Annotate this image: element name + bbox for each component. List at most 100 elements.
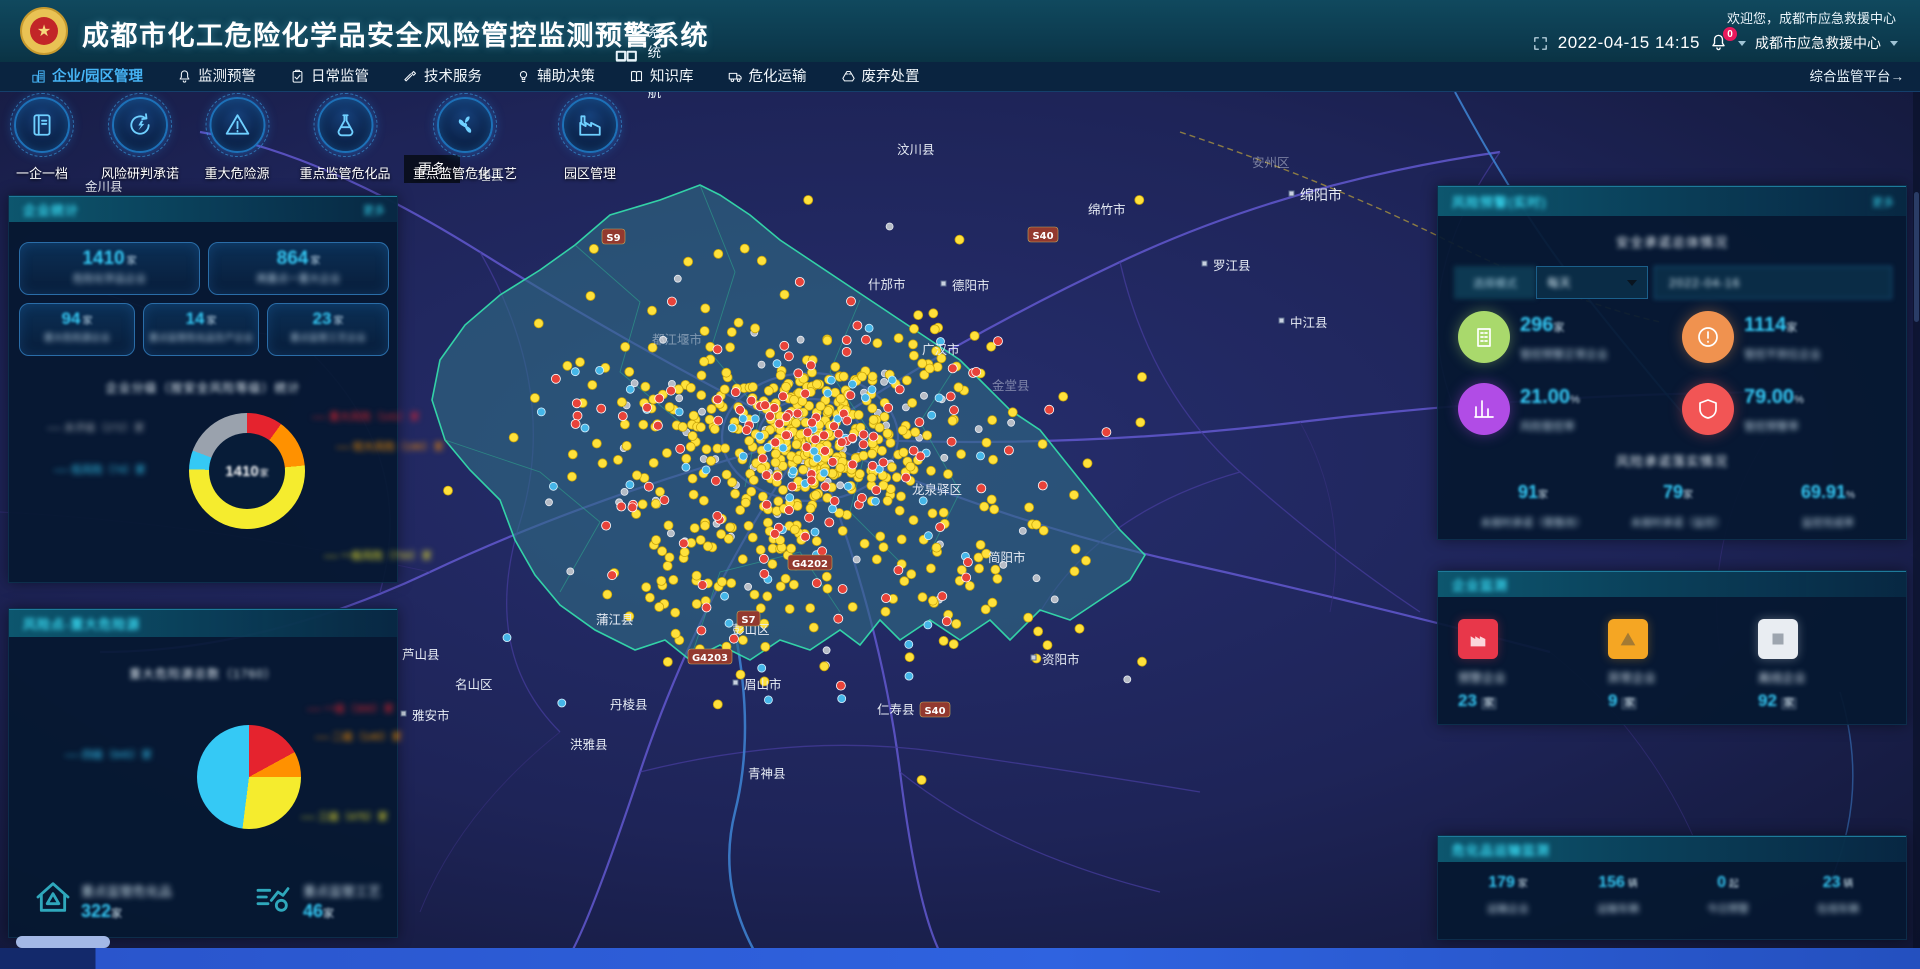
- house-icon-wrap: [33, 877, 73, 917]
- flask-icon: [332, 112, 358, 138]
- process-icon: [253, 877, 293, 917]
- panel-more-link[interactable]: 更多: [363, 202, 385, 218]
- map-label: 德阳市: [952, 278, 990, 293]
- stat-card-label: 两重点一重大企业: [209, 271, 388, 286]
- donut-legend-item: 较大风险（190）家: [336, 439, 444, 454]
- user-menu[interactable]: 成都市应急救援中心: [1755, 33, 1881, 53]
- shield-stat-circle: [1682, 383, 1734, 435]
- map-label: 中江县: [1290, 315, 1328, 330]
- monitor-item-label: 预警企业: [1458, 669, 1506, 686]
- pie-legend-item: 二级（140）家: [315, 729, 402, 744]
- map-label: 都江堰市: [652, 332, 702, 347]
- bell-caret-icon[interactable]: [1738, 41, 1746, 46]
- clipboard-icon: [290, 69, 305, 84]
- panel-more-link[interactable]: 更多: [1872, 194, 1894, 210]
- nav-item-1[interactable]: 监测预警: [160, 62, 273, 92]
- main-nav: 企业/园区管理监测预警日常监管 技术服务辅助决策知识库危化运输废弃处置 综合监管平…: [0, 62, 1920, 92]
- map-label: 名山区: [455, 677, 493, 692]
- monitor-square-1[interactable]: [1608, 619, 1648, 659]
- map-label: 资阳市: [1042, 652, 1080, 667]
- filter-mode-value: 每天: [1547, 274, 1571, 291]
- panel-title: 企业统计: [9, 200, 79, 219]
- donut-legend-item: 重大风险（141）家: [312, 409, 420, 424]
- monitor-square-0[interactable]: [1458, 619, 1498, 659]
- warning-stat-label: 管控不到位企业: [1744, 346, 1821, 362]
- nav-item-7[interactable]: 废弃处置: [824, 62, 937, 92]
- panel-risk-points: 风险点-重大危险源 重大危险源总数（1760） 一级（300）家二级（140）家…: [8, 608, 398, 938]
- map-label: 绵阳市: [1300, 187, 1342, 204]
- nav-item-label: 技术服务: [424, 62, 482, 92]
- platform-link[interactable]: 综合监管平台→: [1810, 62, 1905, 92]
- stat-card[interactable]: 23家 重点监管工艺企业: [267, 303, 389, 356]
- map-label: 安州区: [1252, 155, 1290, 170]
- monitor-item-value: 9家: [1608, 691, 1637, 711]
- warning-stat-value: 296家: [1520, 314, 1564, 337]
- fullscreen-icon[interactable]: [1532, 35, 1549, 52]
- panel-transport-monitor: 危化品运输监测 179 家 运输企业156 辆 运输车辆0 起 今日预警23 辆…: [1437, 835, 1907, 940]
- stat-card[interactable]: 1410家 危险化学品企业: [19, 242, 200, 295]
- filter-mode-dropdown[interactable]: 每天: [1536, 266, 1648, 299]
- nav-item-0[interactable]: 企业/园区管理: [14, 62, 160, 92]
- donut-chart-title: 企业分级（按安全风险等级）统计: [9, 379, 397, 396]
- nav-item-2[interactable]: 日常监管: [273, 62, 386, 92]
- shield-icon: [1696, 397, 1720, 421]
- road-badge: S40: [924, 706, 945, 717]
- filter-date-input[interactable]: 2022-04-16: [1654, 266, 1892, 299]
- bldg2-icon: [1472, 325, 1496, 349]
- truck-icon: [728, 69, 743, 84]
- bulb-icon: [516, 69, 531, 84]
- stat-card-value: 864家: [209, 248, 388, 270]
- bell-icon: [177, 69, 192, 84]
- nav-item-3[interactable]: 技术服务: [386, 62, 499, 92]
- fan-circle: [437, 97, 493, 153]
- map-label: 眉山市: [744, 677, 782, 692]
- quick-icon-1[interactable]: 风险研判承诺: [101, 97, 179, 182]
- filter-mode-label: 选择模式: [1454, 266, 1536, 299]
- control-stat-value: 79家: [1603, 482, 1753, 503]
- footer-item-value: 46家: [303, 901, 334, 922]
- nav-item-6[interactable]: 危化运输: [711, 62, 824, 92]
- alert-icon: [1696, 325, 1720, 349]
- stat-card-value: 14家: [144, 309, 258, 329]
- footer-item-label: 重点监管危化品: [81, 881, 172, 900]
- bottom-bar: [0, 948, 1920, 969]
- vertical-scroll-thumb[interactable]: [1914, 192, 1919, 322]
- chart-icon: [1472, 397, 1496, 421]
- quick-icon-0[interactable]: 一企一档: [14, 97, 70, 182]
- quick-icon-label: 重点监管危化品: [299, 163, 390, 182]
- transport-stat-value: 179 家: [1456, 874, 1560, 892]
- enterprise-risk-donut-chart: 1410家: [189, 413, 305, 529]
- nav-items: 企业/园区管理监测预警日常监管 技术服务辅助决策知识库危化运输废弃处置: [0, 62, 937, 92]
- transport-stat-col: 0 起 今日预警: [1676, 874, 1780, 916]
- panel-title: 风险预警(实时): [1438, 192, 1547, 211]
- alert-stat-circle: [1682, 311, 1734, 363]
- transport-stat-col: 156 辆 运输车辆: [1566, 874, 1670, 916]
- notification-bell[interactable]: 0: [1709, 33, 1729, 53]
- panel-title: 企业监测: [1438, 575, 1508, 594]
- road-badge: G4202: [792, 559, 828, 570]
- quick-icon-4[interactable]: 重点监管危化工艺: [413, 97, 517, 182]
- app-root: 金川县理县汶川县安州区绵阳市绵竹市罗江县什邡市德阳市中江县广汉市都江堰市金堂县龙…: [0, 0, 1920, 969]
- sqbox-icon: [1767, 628, 1789, 650]
- refresh-circle: [112, 97, 168, 153]
- stat-card[interactable]: 14家 重点监管危化品生产企业: [143, 303, 259, 356]
- quick-icon-5[interactable]: 园区管理: [562, 97, 618, 182]
- stat-card[interactable]: 864家 两重点一重大企业: [208, 242, 389, 295]
- warning-stat-label: 风险管控率: [1520, 418, 1575, 434]
- monitor-square-2[interactable]: [1758, 619, 1798, 659]
- nav-item-4[interactable]: 辅助决策: [499, 62, 612, 92]
- quick-icon-2[interactable]: 重大危险源: [204, 97, 269, 182]
- quick-icon-3[interactable]: 重点监管危化品: [299, 97, 390, 182]
- transport-stat-label: 运输企业: [1456, 901, 1560, 916]
- nav-item-5[interactable]: 知识库: [612, 62, 711, 92]
- user-caret-icon[interactable]: [1890, 41, 1898, 46]
- wrench-icon: [403, 69, 418, 84]
- map-label: 蒲江县: [596, 612, 634, 627]
- donut-center-value: 1410: [225, 463, 258, 480]
- bottom-scroll-thumb[interactable]: [16, 936, 110, 948]
- pie-legend-item: 四级（845）家: [65, 747, 152, 762]
- warning-stat-value: 1114家: [1744, 314, 1797, 337]
- chart-stat-circle: [1458, 383, 1510, 435]
- emblem-icon: ★: [30, 17, 58, 45]
- stat-card[interactable]: 94家 重大危险源企业: [19, 303, 135, 356]
